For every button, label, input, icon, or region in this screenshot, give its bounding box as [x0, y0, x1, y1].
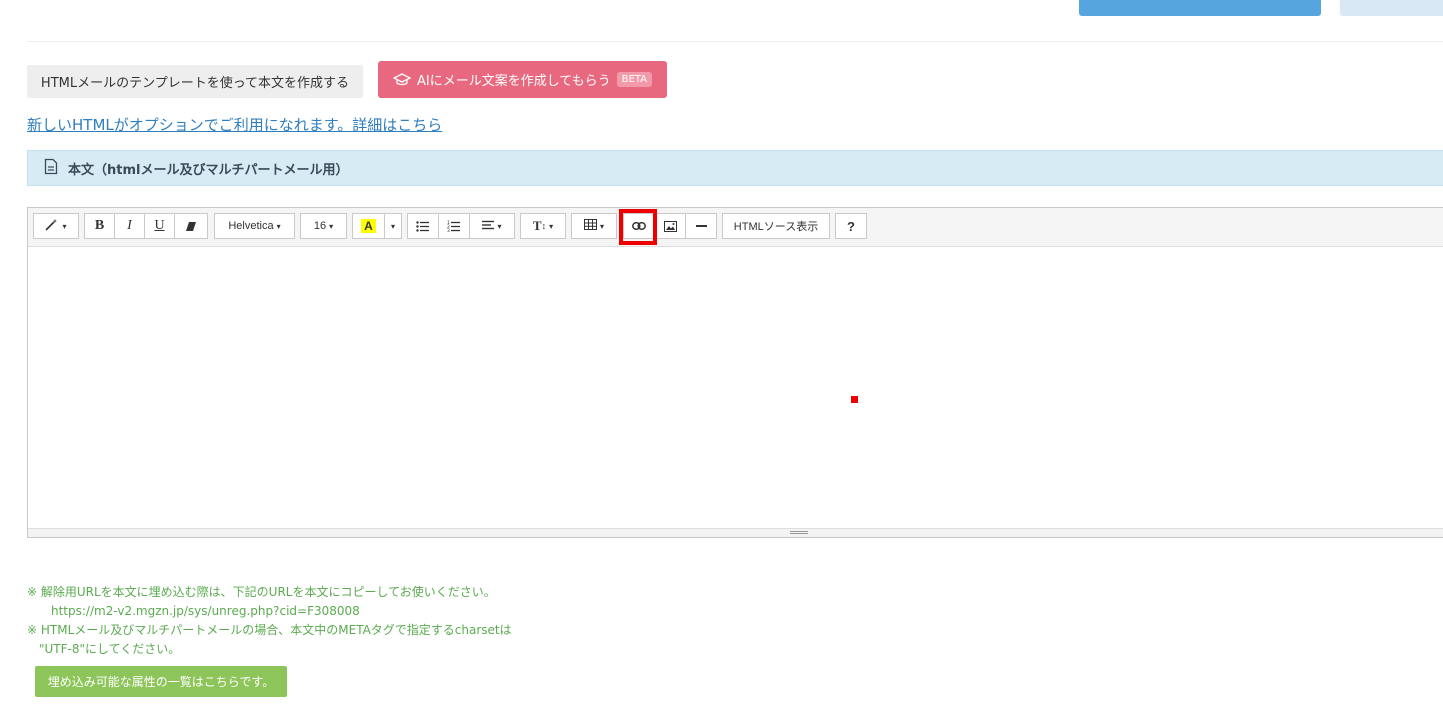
text-size-dropdown[interactable]: T ↕ ▾ — [520, 213, 566, 239]
eraser-icon[interactable] — [174, 213, 208, 239]
notes-section: ※ 解除用URLを本文に埋め込む際は、下記のURLを本文にコピーしてお使いくださ… — [27, 583, 512, 659]
editor-toolbar: ▾ B I U Helvetica▾ 16▾ A ▾ 123 ▾ T↕▾ — [28, 208, 1443, 247]
italic-button[interactable]: I — [114, 213, 145, 239]
top-secondary-button[interactable] — [1340, 0, 1443, 16]
ai-compose-button[interactable]: AIにメール文案を作成してもらう BETA — [378, 61, 667, 98]
html-source-button[interactable]: HTMLソース表示 — [722, 213, 830, 239]
svg-text:3: 3 — [447, 228, 450, 232]
underline-button[interactable]: U — [144, 213, 175, 239]
link-icon[interactable] — [623, 213, 654, 239]
editor-content-area[interactable] — [28, 247, 1443, 529]
note-charset: ※ HTMLメール及びマルチパートメールの場合、本文中のMETAタグで指定するc… — [27, 623, 512, 637]
text-color-button[interactable]: A — [352, 213, 385, 239]
beta-badge: BETA — [616, 72, 653, 87]
html-template-button[interactable]: HTMLメールのテンプレートを使って本文を作成する — [27, 65, 363, 98]
style-dropdown[interactable]: ▾ — [33, 213, 79, 239]
font-size-dropdown[interactable]: 16 ▾ — [300, 213, 347, 239]
table-icon — [583, 219, 597, 233]
image-icon[interactable] — [654, 213, 686, 239]
top-action-button[interactable] — [1079, 0, 1321, 16]
html-option-link[interactable]: 新しいHTMLがオプションでご利用になれます。詳細はこちら — [27, 114, 442, 135]
top-divider — [27, 41, 1443, 42]
bullet-list-icon[interactable] — [407, 213, 439, 239]
editor-resize-handle[interactable] — [28, 528, 1443, 537]
cursor-marker — [851, 396, 858, 403]
html-editor: ▾ B I U Helvetica▾ 16▾ A ▾ 123 ▾ T↕▾ — [27, 207, 1443, 538]
bold-button[interactable]: B — [84, 213, 115, 239]
graduation-cap-icon — [392, 72, 411, 87]
align-dropdown[interactable]: ▾ — [469, 213, 515, 239]
ai-compose-label: AIにメール文案を作成してもらう — [416, 74, 611, 89]
text-color-caret[interactable]: ▾ — [384, 213, 402, 239]
note-unsubscribe-url: ※ 解除用URLを本文に埋め込む際は、下記のURLを本文にコピーしてお使いくださ… — [27, 585, 496, 599]
numbered-list-icon[interactable]: 123 — [438, 213, 470, 239]
unsubscribe-url: https://m2-v2.mgzn.jp/sys/unreg.php?cid=… — [51, 604, 360, 618]
magic-wand-icon — [45, 218, 59, 234]
attributes-list-button[interactable]: 埋め込み可能な属性の一覧はこちらです。 — [35, 666, 287, 697]
body-section-header: 本文（htmlメール及びマルチパートメール用） — [27, 150, 1443, 186]
align-icon — [482, 220, 495, 233]
document-icon — [44, 158, 58, 179]
font-family-dropdown[interactable]: Helvetica ▾ — [214, 213, 295, 239]
horizontal-rule-icon[interactable] — [685, 213, 717, 239]
help-button[interactable]: ? — [835, 213, 867, 239]
table-dropdown[interactable]: ▾ — [571, 213, 617, 239]
note-charset-cont: "UTF-8"にしてください。 — [39, 642, 181, 656]
section-title: 本文（htmlメール及びマルチパートメール用） — [68, 162, 349, 178]
